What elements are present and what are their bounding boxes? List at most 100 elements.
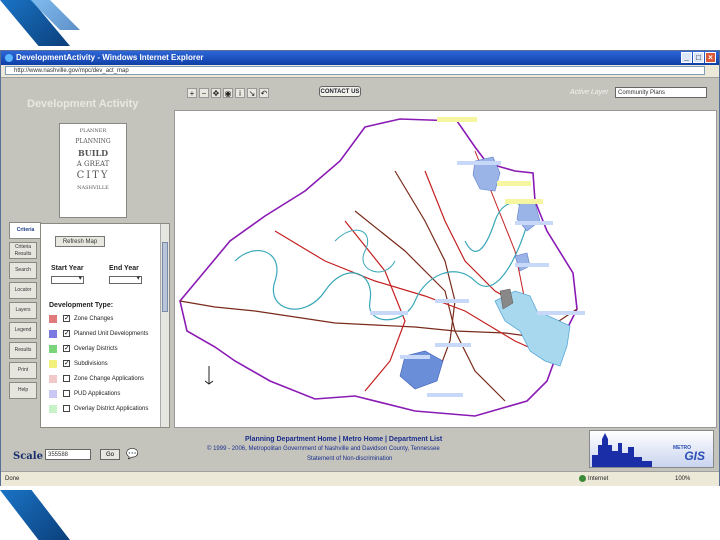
tab-layers[interactable]: Layers xyxy=(9,302,37,319)
measure-icon[interactable]: ↘ xyxy=(247,88,257,98)
map-label-11 xyxy=(400,355,430,359)
road-highway-2 xyxy=(424,170,531,312)
refresh-map-button[interactable]: Refresh Map xyxy=(55,236,105,247)
legend-swatch xyxy=(49,315,57,323)
map-view[interactable] xyxy=(174,110,717,428)
start-year-label: Start Year xyxy=(51,265,84,272)
map-label-9 xyxy=(435,299,469,303)
gis-label: GIS xyxy=(684,449,705,463)
legend-swatch xyxy=(49,390,57,398)
dev-type-subdivisions: ✓ Subdivisions xyxy=(49,359,161,369)
globe-icon xyxy=(579,474,586,482)
dev-type-label: Overlay Districts xyxy=(74,346,118,352)
app-title: Development Activity xyxy=(27,98,139,110)
minimize-button[interactable]: _ xyxy=(681,52,692,63)
checkbox[interactable]: ✓ xyxy=(63,345,70,352)
dev-type-pud: ✓ Planned Unit Developments xyxy=(49,329,161,339)
window-title: DevelopmentActivity - Windows Internet E… xyxy=(16,53,204,62)
north-arrow-icon xyxy=(204,366,214,385)
footer-copyright: © 1999 - 2006, Metropolitan Government o… xyxy=(207,446,440,452)
browser-window: DevelopmentActivity - Windows Internet E… xyxy=(0,50,720,486)
map-label-6 xyxy=(515,263,549,267)
help-icon[interactable]: 💬 xyxy=(126,449,138,460)
zoom-in-icon[interactable]: + xyxy=(187,88,197,98)
map-label-12 xyxy=(427,393,463,397)
tab-criteria[interactable]: Criteria xyxy=(9,222,41,239)
maximize-button[interactable]: □ xyxy=(693,52,704,63)
county-map xyxy=(179,117,585,417)
tab-print[interactable]: Print xyxy=(9,362,37,379)
dev-type-label: PUD Applications xyxy=(74,391,121,397)
map-label-5 xyxy=(515,221,553,225)
map-label-4 xyxy=(457,161,501,165)
dev-type-label: Zone Change Applications xyxy=(74,376,145,382)
full-extent-icon[interactable]: ◉ xyxy=(223,88,233,98)
zoom-out-icon[interactable]: − xyxy=(199,88,209,98)
dev-type-zone-change-apps: Zone Change Applications xyxy=(49,374,161,384)
checkbox[interactable] xyxy=(63,375,70,382)
tab-results[interactable]: Results xyxy=(9,342,37,359)
metro-gis-logo: METRO GIS xyxy=(589,430,714,468)
checkbox[interactable]: ✓ xyxy=(63,330,70,337)
dev-type-overlay-apps: Overlay District Applications xyxy=(49,404,161,414)
legend-swatch xyxy=(49,375,57,383)
tab-search[interactable]: Search xyxy=(9,262,37,279)
map-label-3 xyxy=(505,199,543,204)
legend-swatch xyxy=(49,360,57,368)
pan-icon[interactable]: ✥ xyxy=(211,88,221,98)
identify-icon[interactable]: i xyxy=(235,88,245,98)
checkbox[interactable] xyxy=(63,405,70,412)
footer-links[interactable]: Planning Department Home | Metro Home | … xyxy=(245,436,442,443)
dev-type-overlay: ✓ Overlay Districts xyxy=(49,344,161,354)
map-label-7 xyxy=(537,311,585,315)
tab-criteria-results[interactable]: Criteria Results xyxy=(9,242,37,259)
side-tabs: Criteria Criteria Results Search Locator… xyxy=(9,222,41,402)
criteria-panel: Refresh Map Start Year End Year Developm… xyxy=(40,223,170,428)
dev-type-label: Zone Changes xyxy=(74,316,114,322)
dev-type-label: Overlay District Applications xyxy=(74,406,149,412)
development-type-title: Development Type: xyxy=(49,302,114,309)
road-highway-3 xyxy=(344,220,406,392)
address-bar: http://www.nashville.gov/mpc/dev_act_map xyxy=(1,65,719,78)
dev-type-label: Planned Unit Developments xyxy=(74,331,149,337)
panel-scrollbar[interactable] xyxy=(160,224,169,427)
end-year-select[interactable] xyxy=(109,274,142,284)
checkbox[interactable]: ✓ xyxy=(63,360,70,367)
close-button[interactable]: × xyxy=(705,52,716,63)
zoom-level[interactable]: 100% xyxy=(675,472,690,486)
tab-help[interactable]: Help xyxy=(9,382,37,399)
dev-type-pud-apps: PUD Applications xyxy=(49,389,161,399)
back-icon[interactable]: ↶ xyxy=(259,88,269,98)
tab-legend[interactable]: Legend xyxy=(9,322,37,339)
county-boundary xyxy=(179,118,578,417)
checkbox[interactable] xyxy=(63,390,70,397)
go-button[interactable]: Go xyxy=(100,449,120,460)
legend-swatch xyxy=(49,345,57,353)
status-done: Done xyxy=(5,476,20,482)
planning-logo: PLANNER PLANNING BUILD A GREAT CITY NASH… xyxy=(59,123,127,218)
map-label-10 xyxy=(435,343,471,347)
slide-decoration-bottom xyxy=(0,490,70,540)
dev-type-zone-changes: ✓ Zone Changes xyxy=(49,314,161,324)
map-label-8 xyxy=(370,311,408,315)
map-toolbar: + − ✥ ◉ i ↘ ↶ xyxy=(187,88,269,98)
address-field[interactable]: http://www.nashville.gov/mpc/dev_act_map xyxy=(5,66,705,75)
ie-icon xyxy=(5,54,13,62)
nondiscrimination-link[interactable]: Statement of Non-discrimination xyxy=(307,456,392,462)
contact-us-button[interactable]: CONTACT US xyxy=(319,86,361,97)
map-label-1 xyxy=(437,117,477,122)
road-i65 xyxy=(394,170,456,382)
legend-swatch xyxy=(49,405,57,413)
active-layer-select[interactable]: Community Plans xyxy=(615,87,707,98)
checkbox[interactable]: ✓ xyxy=(63,315,70,322)
cumberland-river xyxy=(234,202,528,321)
scroll-thumb[interactable] xyxy=(162,242,168,312)
tab-locator[interactable]: Locator xyxy=(9,282,37,299)
start-year-select[interactable] xyxy=(51,274,84,284)
scale-input[interactable]: 355588 xyxy=(45,449,91,460)
development-area-east-2 xyxy=(514,252,531,272)
legend-swatch xyxy=(49,330,57,338)
page-content: Development Activity PLANNER PLANNING BU… xyxy=(1,78,719,471)
skyline-shape xyxy=(592,433,652,467)
map-label-2 xyxy=(497,181,531,186)
